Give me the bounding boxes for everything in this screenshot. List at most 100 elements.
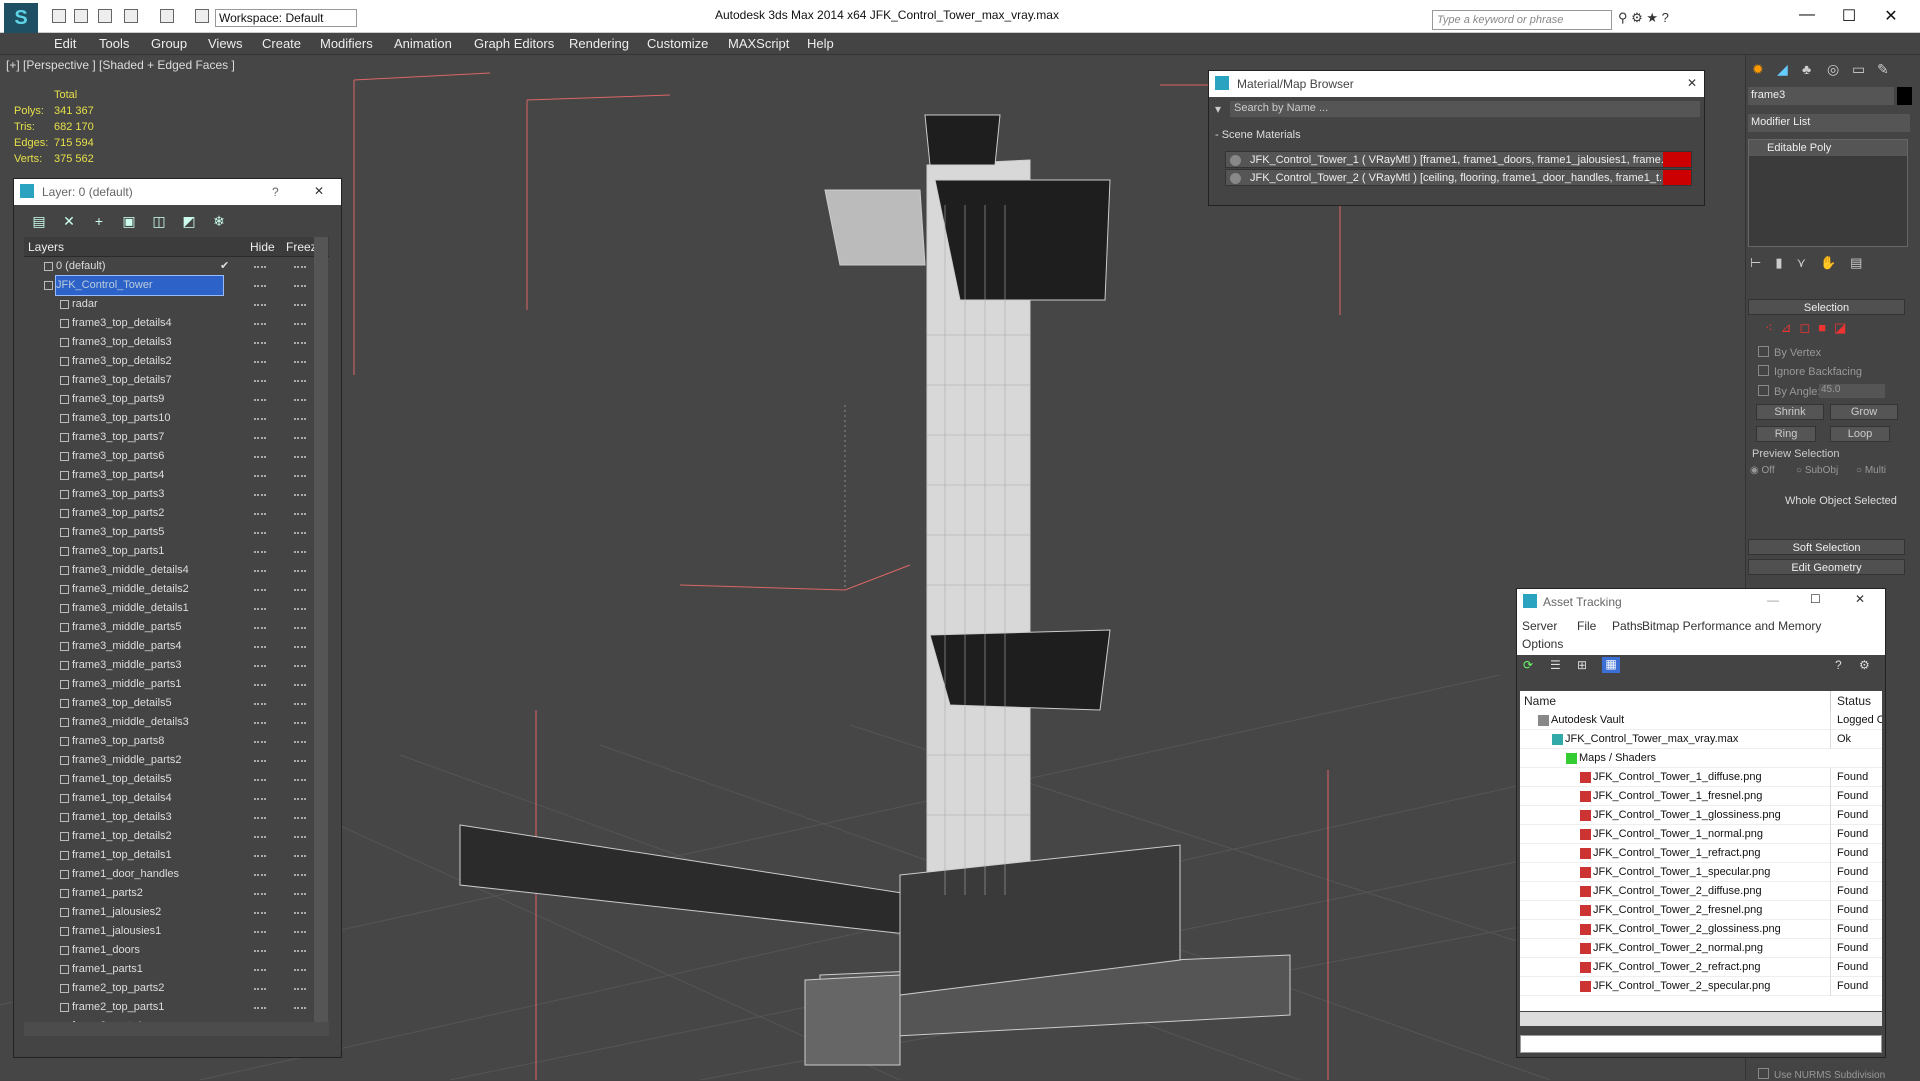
material-search-input[interactable]: Search by Name ... xyxy=(1230,101,1700,117)
new-file-icon[interactable] xyxy=(52,9,66,23)
ring-button[interactable]: Ring xyxy=(1756,426,1816,442)
undo-icon[interactable] xyxy=(124,9,138,23)
menu-maxscript[interactable]: MAXScript xyxy=(728,36,789,51)
layer-object-row[interactable]: frame3_middle_parts2 xyxy=(24,751,329,770)
layer-object-row[interactable]: frame2_top_parts2 xyxy=(24,979,329,998)
hide-toggle[interactable] xyxy=(254,380,266,382)
freeze-toggle[interactable] xyxy=(294,627,306,629)
nurms-checkbox[interactable]: Use NURMS Subdivision xyxy=(1758,1068,1885,1081)
freeze-toggle[interactable] xyxy=(294,361,306,363)
menu-edit[interactable]: Edit xyxy=(54,36,76,51)
freeze-toggle[interactable] xyxy=(294,456,306,458)
display-tab-icon[interactable]: ▭ xyxy=(1852,61,1865,78)
layer-object-row[interactable]: frame3_top_details3 xyxy=(24,333,329,352)
freeze-toggle[interactable] xyxy=(294,589,306,591)
hide-toggle[interactable] xyxy=(254,912,266,914)
hide-toggle[interactable] xyxy=(254,893,266,895)
asset-row[interactable]: JFK_Control_Tower_2_fresnel.png Found xyxy=(1520,901,1882,920)
layer-object-row[interactable]: frame3_middle_parts1 xyxy=(24,675,329,694)
asset-row[interactable]: JFK_Control_Tower_max_vray.max Ok xyxy=(1520,730,1882,749)
preview-multi-radio[interactable]: ○ Multi xyxy=(1856,465,1886,476)
freeze-toggle[interactable] xyxy=(294,874,306,876)
freeze-toggle[interactable] xyxy=(294,836,306,838)
layer-object-row[interactable]: frame1_top_details4 xyxy=(24,789,329,808)
freeze-toggle[interactable] xyxy=(294,570,306,572)
hide-toggle[interactable] xyxy=(254,532,266,534)
close-icon[interactable]: ✕ xyxy=(1855,592,1865,606)
layer-object-row[interactable]: frame3_top_parts8 xyxy=(24,732,329,751)
menu-modifiers[interactable]: Modifiers xyxy=(320,36,373,51)
hide-toggle[interactable] xyxy=(254,969,266,971)
layer-object-row[interactable]: frame3_middle_details3 xyxy=(24,713,329,732)
utilities-tab-icon[interactable]: ✎ xyxy=(1877,61,1889,78)
hide-toggle[interactable] xyxy=(254,646,266,648)
layer-object-row[interactable]: frame3_top_parts4 xyxy=(24,466,329,485)
layer-object-row[interactable]: frame1_top_details2 xyxy=(24,827,329,846)
asset-row[interactable]: JFK_Control_Tower_1_diffuse.png Found xyxy=(1520,768,1882,787)
layer-object-row[interactable]: frame3_middle_details1 xyxy=(24,599,329,618)
hide-toggle[interactable] xyxy=(254,437,266,439)
hide-toggle[interactable] xyxy=(254,931,266,933)
freeze-toggle[interactable] xyxy=(294,1007,306,1009)
hide-toggle[interactable] xyxy=(254,304,266,306)
filter-dropdown-icon[interactable]: ▾ xyxy=(1215,102,1221,116)
asset-row[interactable]: Maps / Shaders xyxy=(1520,749,1882,768)
col-hide[interactable]: Hide xyxy=(250,240,275,254)
layer-object-row[interactable]: frame3_middle_parts3 xyxy=(24,656,329,675)
layer-object-row[interactable]: frame3_middle_parts4 xyxy=(24,637,329,656)
asset-row[interactable]: JFK_Control_Tower_1_fresnel.png Found xyxy=(1520,787,1882,806)
hide-toggle[interactable] xyxy=(254,684,266,686)
list-view-icon[interactable]: ☰ xyxy=(1550,658,1561,672)
create-layer-icon[interactable]: ▤ xyxy=(31,213,47,229)
asset-row[interactable]: JFK_Control_Tower_1_normal.png Found xyxy=(1520,825,1882,844)
freeze-toggle[interactable] xyxy=(294,323,306,325)
asset-menu-bitmap[interactable]: Bitmap Performance and Memory xyxy=(1642,619,1821,633)
freeze-all-icon[interactable]: ❄ xyxy=(211,213,227,229)
asset-menu-options[interactable]: Options xyxy=(1522,637,1563,651)
hide-toggle[interactable] xyxy=(254,665,266,667)
subobject-mode-icons[interactable]: ⁖⊿◻■◪ xyxy=(1765,320,1854,336)
layer-object-row[interactable]: frame3_top_parts9 xyxy=(24,390,329,409)
keyword-search-input[interactable]: Type a keyword or phrase xyxy=(1432,10,1612,30)
freeze-toggle[interactable] xyxy=(294,684,306,686)
add-to-layer-icon[interactable]: + xyxy=(91,213,107,229)
freeze-toggle[interactable] xyxy=(294,608,306,610)
freeze-toggle[interactable] xyxy=(294,969,306,971)
viewport-label[interactable]: [+] [Perspective ] [Shaded + Edged Faces… xyxy=(6,58,235,72)
object-name-field[interactable]: frame3 xyxy=(1748,87,1894,105)
layer-object-row[interactable]: frame3_middle_parts5 xyxy=(24,618,329,637)
asset-horizontal-scrollbar[interactable] xyxy=(1520,1012,1882,1026)
menu-views[interactable]: Views xyxy=(208,36,242,51)
layer-object-row[interactable]: frame1_doors xyxy=(24,941,329,960)
layer-object-row[interactable]: frame3_top_details5 xyxy=(24,694,329,713)
layer-object-row[interactable]: frame1_parts1 xyxy=(24,960,329,979)
delete-layer-icon[interactable]: ✕ xyxy=(61,213,77,229)
freeze-toggle[interactable] xyxy=(294,494,306,496)
infocenter-icons[interactable]: ⚲ ⚙ ★ ? xyxy=(1618,10,1698,28)
stack-item-editable-poly[interactable]: Editable Poly xyxy=(1749,140,1907,156)
menu-group[interactable]: Group xyxy=(151,36,187,51)
layer-object-row[interactable]: frame1_jalousies1 xyxy=(24,922,329,941)
layer-object-row[interactable]: frame3_middle_details2 xyxy=(24,580,329,599)
asset-row[interactable]: JFK_Control_Tower_2_refract.png Found xyxy=(1520,958,1882,977)
hide-toggle[interactable] xyxy=(254,627,266,629)
layer-object-row[interactable]: frame2_top_parts1 xyxy=(24,998,329,1017)
hide-toggle[interactable] xyxy=(254,836,266,838)
layer-object-row[interactable]: frame1_parts2 xyxy=(24,884,329,903)
asset-menu-file[interactable]: File xyxy=(1577,619,1596,633)
hide-toggle[interactable] xyxy=(254,798,266,800)
layer-object-row[interactable]: frame3_top_parts10 xyxy=(24,409,329,428)
settings-icon[interactable]: ⚙ xyxy=(1859,658,1870,672)
asset-row[interactable]: JFK_Control_Tower_1_specular.png Found xyxy=(1520,863,1882,882)
modifier-list-dropdown[interactable]: Modifier List xyxy=(1748,114,1910,132)
hide-toggle[interactable] xyxy=(254,1007,266,1009)
freeze-toggle[interactable] xyxy=(294,399,306,401)
minimize-icon[interactable]: — xyxy=(1767,593,1779,607)
layer-object-row[interactable]: frame1_top_details1 xyxy=(24,846,329,865)
hide-all-icon[interactable]: ◩ xyxy=(181,213,197,229)
layer-object-row[interactable]: frame1_top_details5 xyxy=(24,770,329,789)
freeze-toggle[interactable] xyxy=(294,342,306,344)
save-file-icon[interactable] xyxy=(98,9,112,23)
help-icon[interactable]: ? xyxy=(1835,658,1842,672)
freeze-toggle[interactable] xyxy=(294,893,306,895)
